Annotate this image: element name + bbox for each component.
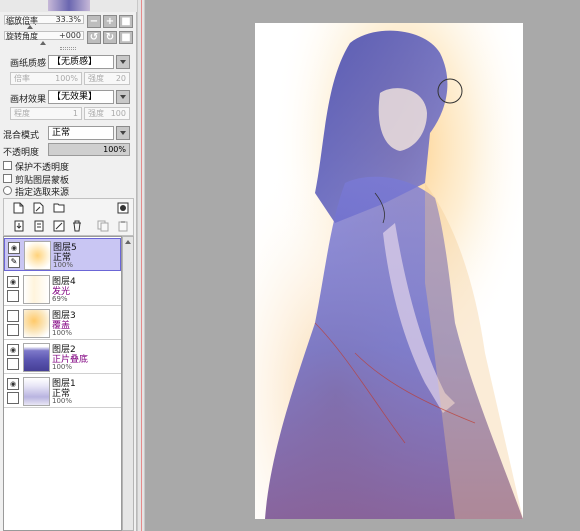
rotate-reset-button[interactable]: ■: [119, 31, 133, 44]
opacity-label: 不透明度: [3, 148, 40, 158]
layer-opacity: 100%: [52, 397, 73, 405]
layer-thumbnail: [23, 275, 50, 304]
panel-grip[interactable]: [60, 47, 76, 50]
paper-strength-value: 20: [115, 74, 126, 83]
new-folder-icon[interactable]: [52, 202, 65, 215]
layer-row[interactable]: ◉ ✎ 图层5 正常 100%: [4, 238, 121, 271]
material-degree-value: 1: [72, 109, 78, 118]
lock-toggle[interactable]: [7, 392, 19, 404]
material-strength-field[interactable]: 强度 100: [84, 107, 130, 120]
rotate-label: 旋转角度: [6, 32, 38, 41]
navigator-preview: [48, 0, 90, 11]
scroll-up-arrow-icon[interactable]: [125, 240, 131, 244]
zoom-slider[interactable]: 缩放倍率 33.3%: [4, 15, 84, 25]
material-effect-label: 画材效果: [10, 95, 47, 105]
selection-source-label: 指定选取来源: [15, 188, 70, 198]
layer-row[interactable]: 图层3 覆盖 100%: [4, 307, 121, 340]
layer-list-scrollbar[interactable]: [122, 236, 134, 531]
opacity-value: 100%: [103, 145, 126, 154]
paper-texture-dropdown-button[interactable]: [116, 55, 130, 69]
copy-layer-icon[interactable]: [96, 220, 109, 233]
clipping-mask-checkbox[interactable]: [3, 174, 12, 183]
navigator-thumbnail[interactable]: [0, 0, 137, 12]
zoom-in-button[interactable]: +: [103, 15, 117, 28]
paper-scale-label: 倍率: [14, 74, 30, 83]
lock-toggle[interactable]: [7, 358, 19, 370]
lock-toggle[interactable]: [7, 324, 19, 336]
layer-thumbnail: [23, 377, 50, 406]
eye-icon[interactable]: ◉: [7, 276, 19, 288]
selection-source-radio[interactable]: [3, 186, 12, 195]
zoom-out-button[interactable]: −: [87, 15, 101, 28]
paper-strength-label: 强度: [88, 74, 104, 83]
layer-row[interactable]: ◉ 图层1 正常 100%: [4, 375, 121, 408]
artwork-illustration: [255, 23, 523, 519]
zoom-value: 33.3%: [55, 15, 81, 24]
new-layer-icon[interactable]: [12, 202, 25, 215]
layer-opacity: 100%: [53, 261, 74, 269]
rotate-slider-handle[interactable]: [40, 41, 46, 45]
drawing-canvas[interactable]: [255, 23, 523, 519]
blend-mode-select[interactable]: 正常: [48, 126, 114, 140]
rotate-slider[interactable]: 旋转角度 +000: [4, 31, 84, 41]
brush-icon[interactable]: ✎: [8, 256, 20, 268]
eye-toggle[interactable]: [7, 310, 19, 322]
layer-thumbnail: [24, 241, 51, 270]
layer-opacity: 100%: [52, 329, 73, 337]
panel-divider[interactable]: [137, 0, 145, 531]
protect-opacity-label: 保护不透明度: [15, 163, 70, 173]
zoom-slider-label: 缩放倍率: [6, 16, 38, 25]
layer-thumbnail: [23, 309, 50, 338]
material-effect-select[interactable]: 【无效果】: [48, 90, 114, 104]
blend-mode-label: 混合模式: [3, 131, 40, 141]
layer-toolbar: [3, 198, 134, 236]
layer-opacity: 100%: [52, 363, 73, 371]
material-degree-field[interactable]: 程度 1: [10, 107, 82, 120]
paper-texture-label: 画纸质感: [10, 59, 47, 69]
paper-scale-field[interactable]: 倍率 100%: [10, 72, 82, 85]
material-strength-value: 100: [110, 109, 126, 118]
material-effect-dropdown-button[interactable]: [116, 90, 130, 104]
eye-icon[interactable]: ◉: [7, 344, 19, 356]
eye-icon[interactable]: ◉: [8, 242, 20, 254]
material-degree-label: 程度: [14, 109, 30, 118]
blend-mode-dropdown-button[interactable]: [116, 126, 130, 140]
paper-scale-value: 100%: [55, 74, 78, 83]
zoom-slider-handle[interactable]: [27, 25, 33, 29]
delete-layer-icon[interactable]: [70, 220, 83, 233]
layer-row[interactable]: ◉ 图层4 发光 69%: [4, 273, 121, 306]
layer-opacity: 69%: [52, 295, 68, 303]
paper-texture-select[interactable]: 【无质感】: [48, 55, 114, 69]
merge-down-icon[interactable]: [32, 220, 45, 233]
layer-thumbnail: [23, 343, 50, 372]
lock-toggle[interactable]: [7, 290, 19, 302]
rotate-right-button[interactable]: ↻: [103, 31, 117, 44]
eye-icon[interactable]: ◉: [7, 378, 19, 390]
clear-layer-icon[interactable]: [52, 220, 65, 233]
rotate-value: +000: [59, 31, 81, 40]
opacity-slider[interactable]: 100%: [48, 143, 130, 156]
material-strength-label: 强度: [88, 109, 104, 118]
paper-strength-field[interactable]: 强度 20: [84, 72, 130, 85]
layer-mask-icon[interactable]: [116, 202, 129, 215]
protect-opacity-checkbox[interactable]: [3, 161, 12, 170]
paste-layer-icon[interactable]: [116, 220, 129, 233]
rotate-left-button[interactable]: ↺: [87, 31, 101, 44]
zoom-reset-button[interactable]: ■: [119, 15, 133, 28]
layer-row[interactable]: ◉ 图层2 正片叠底 100%: [4, 341, 121, 374]
layer-list: ◉ ✎ 图层5 正常 100% ◉ 图层4 发光 69% 图层3 覆盖 100%…: [3, 236, 122, 531]
new-vector-layer-icon[interactable]: [32, 202, 45, 215]
transfer-down-icon[interactable]: [12, 220, 25, 233]
